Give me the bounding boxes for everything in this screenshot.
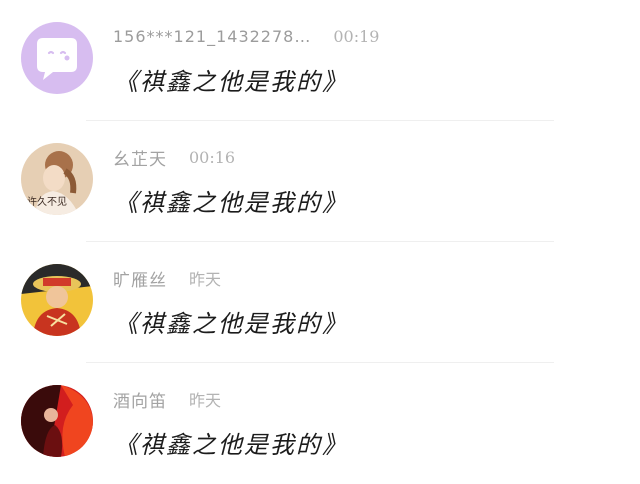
list-item[interactable]: 酒向笛 昨天 《祺鑫之他是我的》 — [0, 363, 640, 484]
timestamp: 00:16 — [189, 147, 236, 167]
comment-meta: 156***121_1432278… 00:19 — [113, 24, 379, 48]
avatar[interactable]: 许久不见 — [21, 143, 93, 215]
timestamp: 昨天 — [189, 270, 222, 289]
avatar[interactable] — [21, 22, 93, 94]
username[interactable]: 156***121_1432278… — [113, 27, 311, 46]
avatar[interactable] — [21, 264, 93, 336]
comment-meta: 幺芷天 00:16 — [113, 145, 236, 170]
comment-text: 《祺鑫之他是我的》 — [114, 310, 348, 338]
comment-text: 《祺鑫之他是我的》 — [114, 189, 348, 217]
username[interactable]: 酒向笛 — [113, 387, 167, 412]
username[interactable]: 旷雁丝 — [113, 266, 167, 291]
list-item[interactable]: 156***121_1432278… 00:19 《祺鑫之他是我的》 — [0, 0, 640, 121]
avatar-caption: 许久不见 — [27, 197, 67, 208]
comment-meta: 旷雁丝 昨天 — [113, 266, 222, 291]
red-dancer-photo — [21, 385, 93, 457]
comment-list: 156***121_1432278… 00:19 《祺鑫之他是我的》 许久不见 … — [0, 0, 640, 484]
comment-text: 《祺鑫之他是我的》 — [114, 68, 348, 96]
list-item[interactable]: 旷雁丝 昨天 《祺鑫之他是我的》 — [0, 242, 640, 363]
chat-bubble-face-icon — [21, 22, 93, 94]
timestamp: 昨天 — [189, 391, 222, 410]
comment-meta: 酒向笛 昨天 — [113, 387, 222, 412]
list-item[interactable]: 许久不见 幺芷天 00:16 《祺鑫之他是我的》 — [0, 121, 640, 242]
timestamp: 00:19 — [333, 26, 380, 46]
anime-character-photo — [21, 264, 93, 336]
username[interactable]: 幺芷天 — [113, 145, 167, 170]
avatar[interactable] — [21, 385, 93, 457]
comment-text: 《祺鑫之他是我的》 — [114, 431, 348, 459]
